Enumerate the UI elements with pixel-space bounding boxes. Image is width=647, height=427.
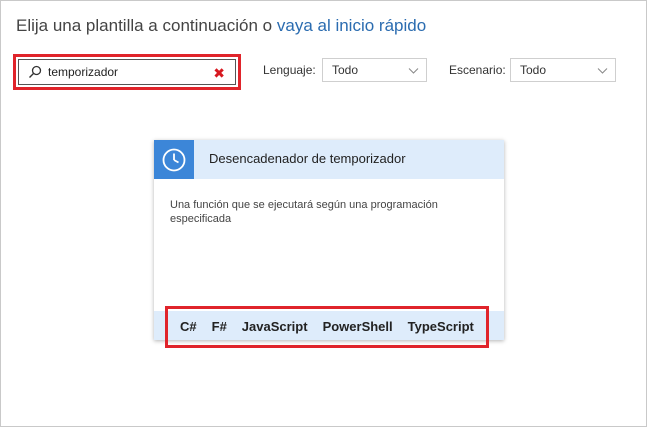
card-header: Desencadenador de temporizador (154, 140, 504, 179)
language-list: C# F# JavaScript PowerShell TypeScript (180, 319, 474, 334)
language-javascript[interactable]: JavaScript (242, 319, 308, 334)
card-icon-box (154, 140, 194, 179)
language-select-value: Todo (332, 63, 359, 77)
language-select[interactable]: Todo (322, 58, 427, 82)
chevron-down-icon (408, 68, 419, 74)
scenario-filter-label: Escenario: (449, 63, 506, 77)
language-typescript[interactable]: TypeScript (408, 319, 474, 334)
search-box[interactable]: ✖ (18, 59, 236, 85)
page-heading: Elija una plantilla a continuación o vay… (16, 16, 426, 36)
scenario-select-value: Todo (520, 63, 547, 77)
chevron-down-icon (597, 68, 608, 74)
template-picker-panel: Elija una plantilla a continuación o vay… (0, 0, 647, 427)
clear-search-icon[interactable]: ✖ (213, 66, 225, 80)
card-title: Desencadenador de temporizador (209, 151, 406, 166)
language-fsharp[interactable]: F# (212, 319, 227, 334)
clock-icon (162, 148, 186, 171)
language-powershell[interactable]: PowerShell (323, 319, 393, 334)
search-input[interactable] (48, 65, 198, 79)
card-description: Una función que se ejecutará según una p… (170, 199, 438, 225)
language-filter-label: Lenguaje: (263, 63, 316, 77)
heading-text: Elija una plantilla a continuación o (16, 16, 273, 35)
scenario-select[interactable]: Todo (510, 58, 616, 82)
quickstart-link[interactable]: vaya al inicio rápido (277, 16, 426, 35)
language-csharp[interactable]: C# (180, 319, 197, 334)
search-icon (29, 65, 42, 78)
